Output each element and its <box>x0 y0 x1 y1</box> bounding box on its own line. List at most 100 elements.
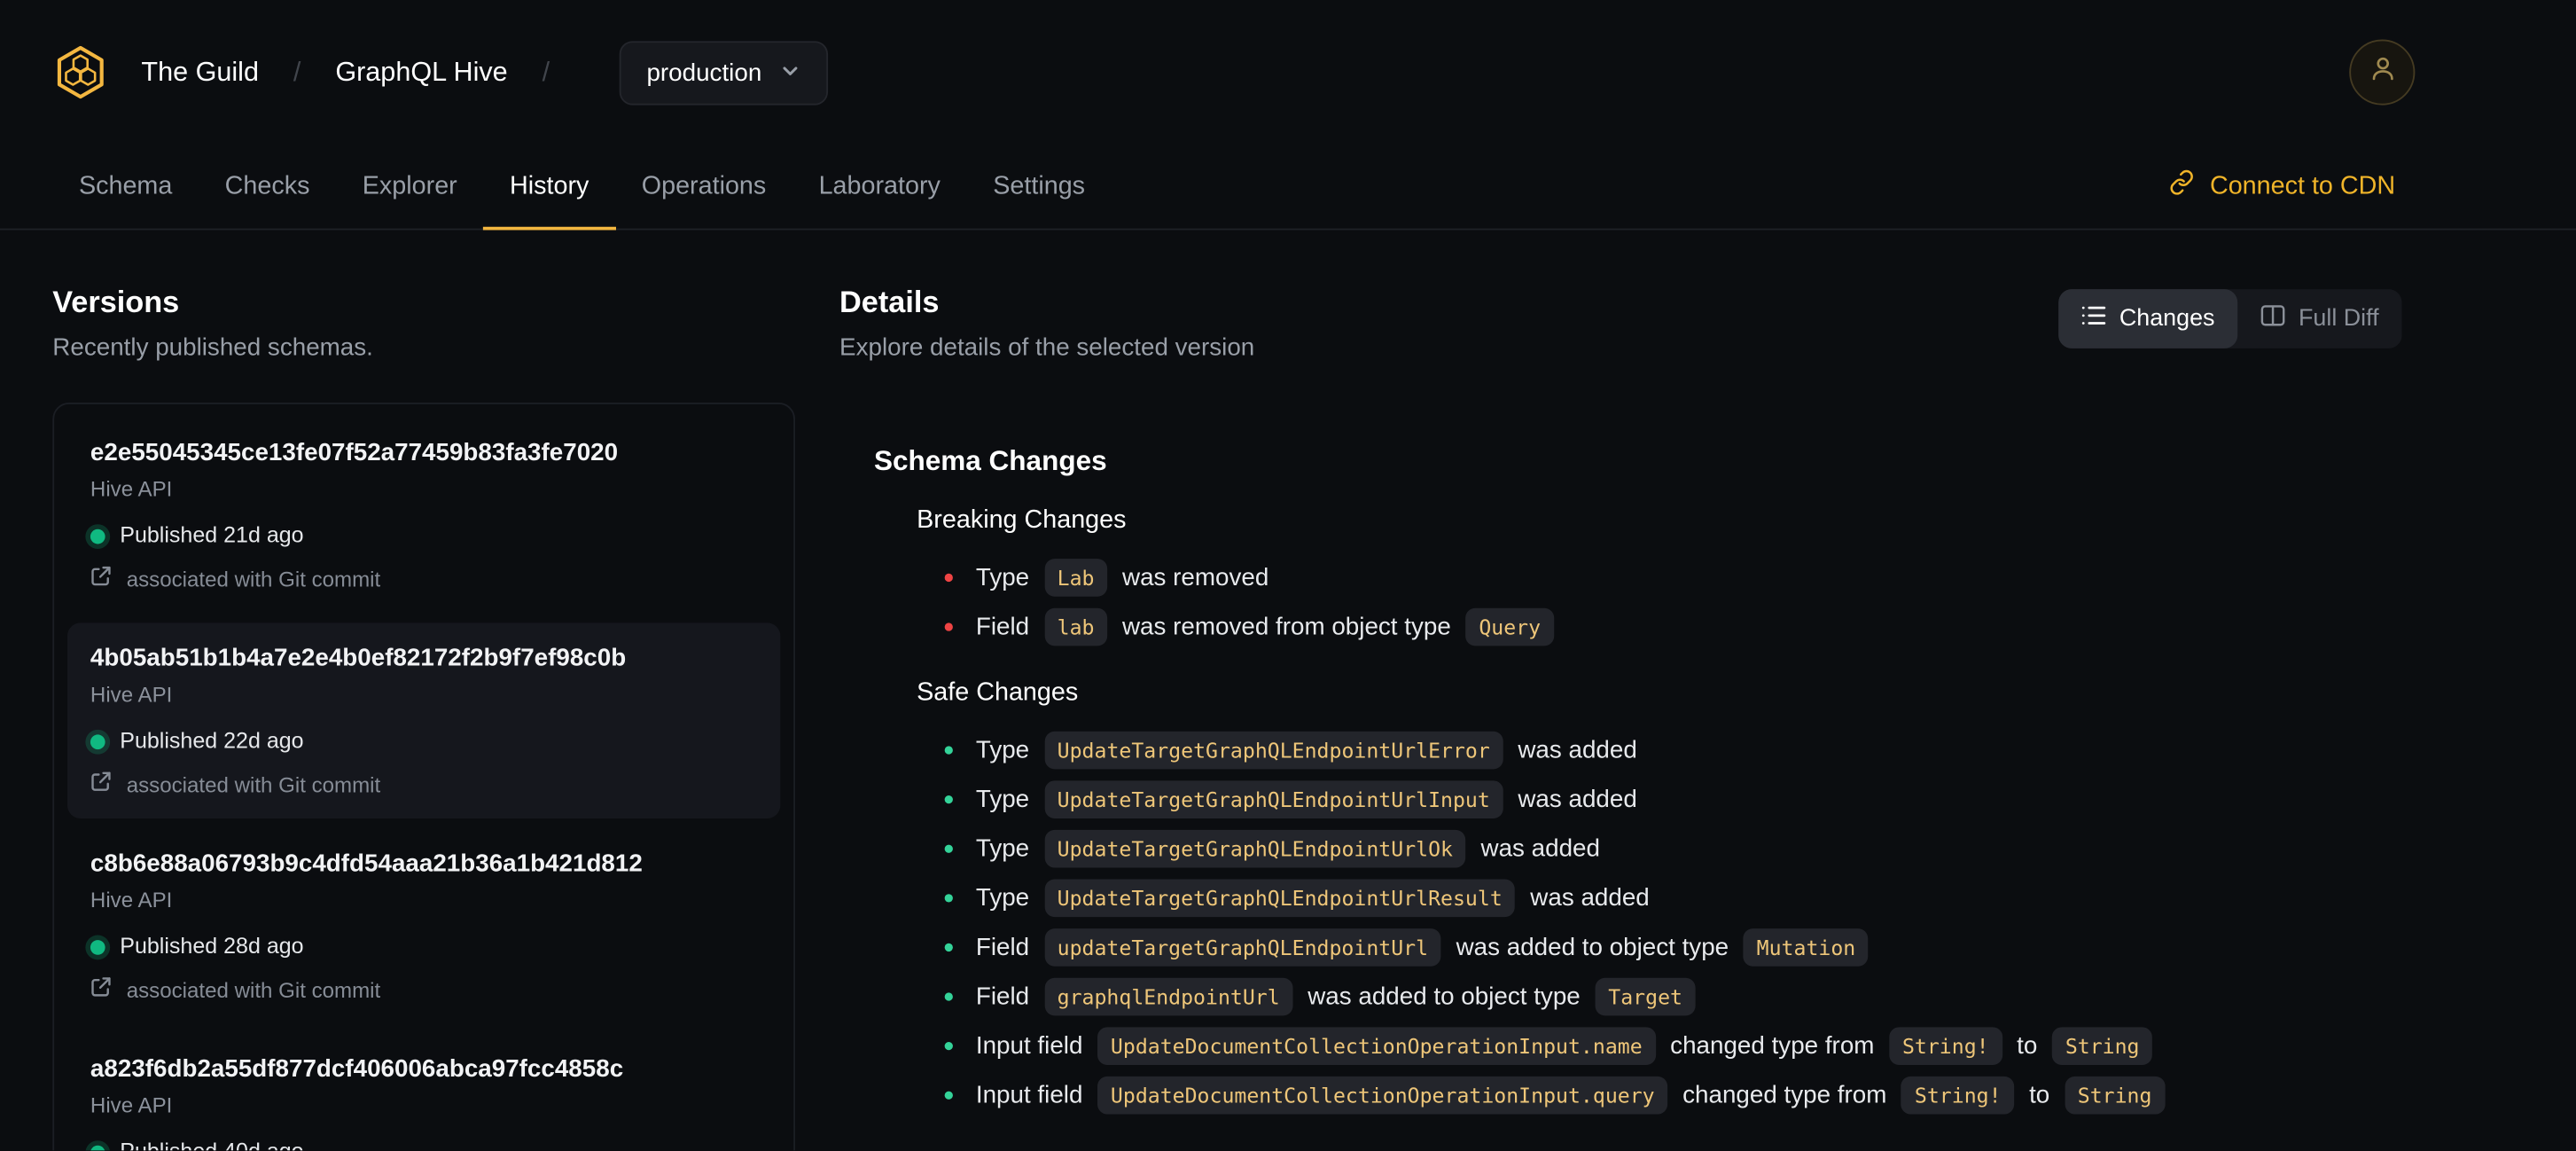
change-text: Type <box>975 883 1030 912</box>
safe-bullet-icon <box>944 1041 953 1050</box>
code-badge: Lab <box>1043 558 1108 596</box>
change-text: Type <box>975 834 1030 863</box>
details-title: Details <box>839 284 940 319</box>
change-item: Input field UpdateDocumentCollectionOper… <box>944 1021 2402 1070</box>
tab-history[interactable]: History <box>483 145 616 231</box>
code-badge: lab <box>1043 607 1108 646</box>
person-icon <box>2367 52 2398 91</box>
target-selector-value: production <box>646 58 762 87</box>
version-card[interactable]: e2e55045345ce13fe07f52a77459b83fa3fe7020… <box>67 418 780 614</box>
status-dot <box>90 733 105 749</box>
avatar-button[interactable] <box>2349 39 2416 106</box>
safe-bullet-icon <box>944 893 953 902</box>
git-commit-label: associated with Git commit <box>126 771 381 796</box>
tab-schema[interactable]: Schema <box>52 145 199 229</box>
published-status: Published 28d ago <box>90 934 757 960</box>
published-label: Published 21d ago <box>120 522 304 548</box>
version-card-selected[interactable]: 4b05ab51b1b4a7e2e4b0ef82172f2b9f7ef98c0b… <box>66 622 781 818</box>
git-commit-label: associated with Git commit <box>126 976 381 1002</box>
published-label: Published 28d ago <box>120 933 304 959</box>
tab-label: History <box>510 171 589 200</box>
project-breadcrumb[interactable]: GraphQL Hive <box>335 57 507 88</box>
version-card[interactable]: c8b6e88a06793b9c4dfd54aaa21b36a1b421d812… <box>67 828 780 1024</box>
version-hash: 4b05ab51b1b4a7e2e4b0ef82172f2b9f7ef98c0b <box>90 644 627 673</box>
versions-subtitle: Recently published schemas. <box>52 333 373 362</box>
target-selector-dropdown[interactable]: production <box>618 40 828 105</box>
published-status: Published 22d ago <box>90 728 757 755</box>
details-panel: Details Explore details of the selected … <box>795 285 2402 1151</box>
full-diff-view-button[interactable]: Full Diff <box>2237 289 2401 348</box>
version-hash: c8b6e88a06793b9c4dfd54aaa21b36a1b421d812 <box>90 850 643 878</box>
schema-changes-block: Schema Changes Breaking Changes Type Lab… <box>839 445 2401 1119</box>
safe-bullet-icon <box>944 843 953 852</box>
version-service: Hive API <box>90 887 173 912</box>
git-commit-note: associated with Git commit <box>90 976 757 1003</box>
link-icon <box>2169 169 2196 204</box>
code-badge: UpdateTargetGraphQLEndpointUrlOk <box>1043 828 1466 867</box>
org-breadcrumb[interactable]: The Guild <box>141 57 259 88</box>
tab-label: Operations <box>641 171 767 200</box>
hive-logo-icon[interactable] <box>52 44 108 100</box>
main-content: Versions Recently published schemas. e2e… <box>0 230 2576 1151</box>
change-text: was added to object type <box>1308 982 1581 1010</box>
tab-settings[interactable]: Settings <box>967 145 1112 229</box>
changes-view-button[interactable]: Changes <box>2058 289 2238 348</box>
change-text: Input field <box>975 1080 1083 1109</box>
version-service: Hive API <box>90 682 173 707</box>
change-text: Type <box>975 784 1030 813</box>
version-card[interactable]: a823f6db2a55df877dcf406006abca97fcc4858c… <box>67 1034 780 1151</box>
status-dot <box>90 528 105 544</box>
breadcrumb-separator: / <box>542 56 550 87</box>
published-status: Published 21d ago <box>90 522 757 549</box>
tab-label: Explorer <box>362 171 457 200</box>
published-label: Published 40d ago <box>120 1139 303 1151</box>
breaking-changes-list: Type Lab was removed Field lab was remov… <box>917 552 2401 651</box>
change-item: Type UpdateTargetGraphQLEndpointUrlOk wa… <box>944 824 2402 873</box>
tab-laboratory[interactable]: Laboratory <box>792 145 967 229</box>
breaking-bullet-icon <box>944 572 953 582</box>
tab-label: Schema <box>78 171 173 200</box>
change-item: Type UpdateTargetGraphQLEndpointUrlResul… <box>944 873 2402 922</box>
tab-operations[interactable]: Operations <box>615 145 792 229</box>
tab-label: Settings <box>993 171 1086 200</box>
status-dot <box>90 939 105 954</box>
external-link-icon <box>90 976 112 1003</box>
change-text: to <box>2017 1030 2038 1060</box>
top-bar: The Guild / GraphQL Hive / production <box>0 0 2576 145</box>
safe-bullet-icon <box>944 745 953 754</box>
safe-changes-list: Type UpdateTargetGraphQLEndpointUrlError… <box>917 724 2401 1119</box>
breaking-bullet-icon <box>944 622 953 630</box>
git-commit-note: associated with Git commit <box>90 771 757 797</box>
tab-explorer[interactable]: Explorer <box>336 145 483 229</box>
full-diff-button-label: Full Diff <box>2298 305 2379 333</box>
change-item: Type Lab was removed <box>944 552 2402 602</box>
version-hash: a823f6db2a55df877dcf406006abca97fcc4858c <box>90 1054 624 1084</box>
version-hash: e2e55045345ce13fe07f52a77459b83fa3fe7020 <box>90 438 619 467</box>
code-badge: UpdateTargetGraphQLEndpointUrlInput <box>1043 779 1503 818</box>
safe-bullet-icon <box>944 795 953 803</box>
change-text: was added <box>1518 784 1637 813</box>
code-badge: Target <box>1595 976 1696 1015</box>
breadcrumb-separator: / <box>293 56 301 87</box>
change-text: to <box>2029 1080 2050 1109</box>
breaking-changes-section: Breaking Changes Type Lab was removed Fi… <box>917 505 2401 651</box>
code-badge: String <box>2051 1026 2153 1065</box>
connect-to-cdn-link[interactable]: Connect to CDN <box>2169 145 2395 229</box>
change-text: Field <box>975 932 1030 961</box>
tab-checks[interactable]: Checks <box>199 145 336 229</box>
change-text: changed type from <box>1682 1080 1887 1109</box>
change-item: Type UpdateTargetGraphQLEndpointUrlInput… <box>944 774 2402 824</box>
versions-panel: Versions Recently published schemas. e2e… <box>52 285 796 1151</box>
status-dot <box>90 1144 105 1151</box>
columns-icon <box>2260 304 2285 333</box>
connect-to-cdn-label: Connect to CDN <box>2209 171 2396 200</box>
published-status: Published 40d ago <box>90 1139 757 1151</box>
code-badge: UpdateDocumentCollectionOperationInput.n… <box>1097 1026 1656 1065</box>
change-item: Field updateTargetGraphQLEndpointUrl was… <box>944 922 2402 972</box>
external-link-icon <box>90 566 112 592</box>
safe-bullet-icon <box>944 942 953 951</box>
schema-changes-title: Schema Changes <box>873 445 1107 477</box>
safe-bullet-icon <box>944 991 953 1000</box>
change-text: Type <box>975 735 1030 763</box>
view-toggle: Changes Full Diff <box>2058 289 2402 348</box>
